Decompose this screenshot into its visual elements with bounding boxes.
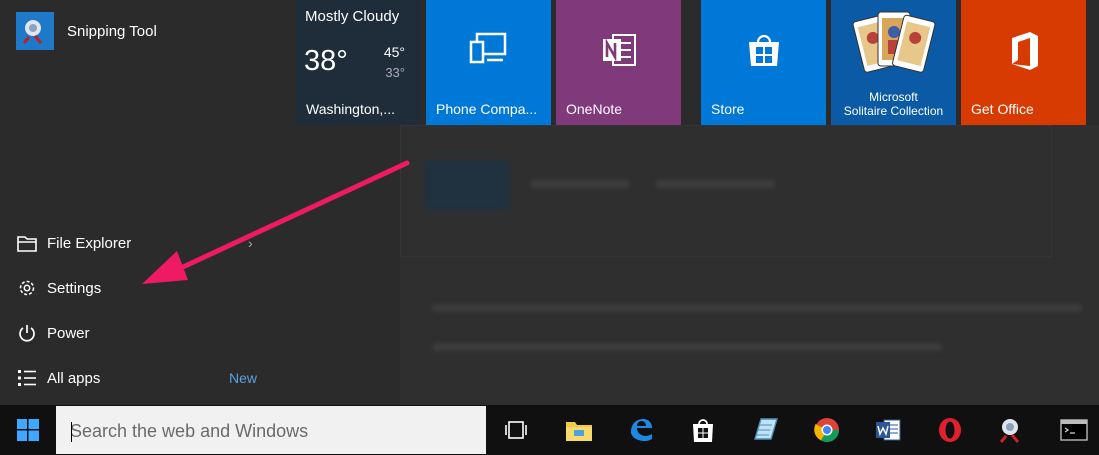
taskbar: [0, 405, 1099, 455]
tile-label: Get Office: [971, 101, 1034, 117]
weather-high: 45°: [383, 44, 405, 60]
weather-temperature: 38°: [304, 45, 348, 77]
tile-weather[interactable]: Mostly Cloudy 38° 45° 33° Washington,...: [296, 0, 421, 125]
weather-condition: Mostly Cloudy: [305, 8, 400, 25]
background-blurred-text: [530, 180, 630, 188]
list-icon: [16, 367, 38, 389]
snipping-tool-icon: [16, 12, 54, 50]
power-icon: [16, 322, 38, 344]
background-blurred-text: [432, 343, 942, 351]
nav-item-label: All apps: [47, 369, 101, 387]
weather-low: 33°: [385, 65, 405, 80]
nav-item-all-apps[interactable]: All apps: [16, 367, 100, 389]
tile-store[interactable]: Store: [701, 0, 826, 125]
tile-label: Microsoft Solitaire Collection: [831, 90, 956, 118]
search-input[interactable]: [68, 416, 472, 446]
weather-location: Washington,...: [306, 101, 395, 117]
windows-logo-icon: [16, 419, 39, 441]
new-badge: New: [229, 370, 258, 386]
phone-companion-icon: [426, 30, 551, 66]
app-item-snipping-tool[interactable]: Snipping Tool: [16, 12, 157, 50]
tile-label: Phone Compa...: [436, 101, 538, 117]
store-icon: [701, 30, 826, 70]
app-item-label: Snipping Tool: [67, 22, 157, 40]
nav-item-label: Power: [47, 324, 90, 342]
gear-icon: [16, 277, 38, 299]
task-view-icon[interactable]: [492, 405, 540, 455]
nav-item-label: Settings: [47, 279, 102, 297]
nav-item-settings[interactable]: Settings: [16, 277, 101, 299]
opera-icon[interactable]: [926, 405, 974, 455]
solitaire-label-line1: Microsoft: [869, 90, 918, 104]
word-icon[interactable]: [864, 405, 912, 455]
chevron-right-icon[interactable]: ›: [248, 235, 253, 251]
snipping-tool-icon[interactable]: [988, 405, 1036, 455]
tile-label: OneNote: [566, 101, 623, 117]
nav-item-label: File Explorer: [47, 234, 132, 252]
tile-phone-companion[interactable]: Phone Compa...: [426, 0, 551, 125]
tile-label: Store: [711, 101, 745, 117]
solitaire-label-line2: Solitaire Collection: [843, 104, 944, 118]
store-icon[interactable]: [679, 405, 727, 455]
folder-icon: [16, 232, 38, 254]
background-blurred-button: [425, 160, 510, 210]
cards-icon: [831, 6, 956, 86]
command-prompt-icon[interactable]: [1050, 405, 1098, 455]
start-menu-left-column: Snipping Tool File Explorer › Settings P…: [0, 0, 295, 405]
tile-onenote[interactable]: OneNote: [556, 0, 681, 125]
start-button[interactable]: [0, 405, 55, 455]
tile-solitaire[interactable]: Microsoft Solitaire Collection: [831, 0, 956, 125]
background-blurred-text: [432, 304, 1082, 312]
nav-item-power[interactable]: Power: [16, 322, 90, 344]
background-blurred-text: [655, 180, 775, 188]
onenote-icon: [556, 30, 681, 70]
chrome-icon[interactable]: [803, 405, 851, 455]
office-icon: [961, 30, 1086, 72]
tile-get-office[interactable]: Get Office: [961, 0, 1086, 125]
text-caret: [71, 422, 72, 442]
notepad-icon[interactable]: [741, 405, 789, 455]
file-explorer-icon[interactable]: [555, 405, 603, 455]
edge-icon[interactable]: [617, 405, 665, 455]
nav-item-file-explorer[interactable]: File Explorer: [16, 232, 131, 254]
search-box[interactable]: [56, 406, 486, 454]
